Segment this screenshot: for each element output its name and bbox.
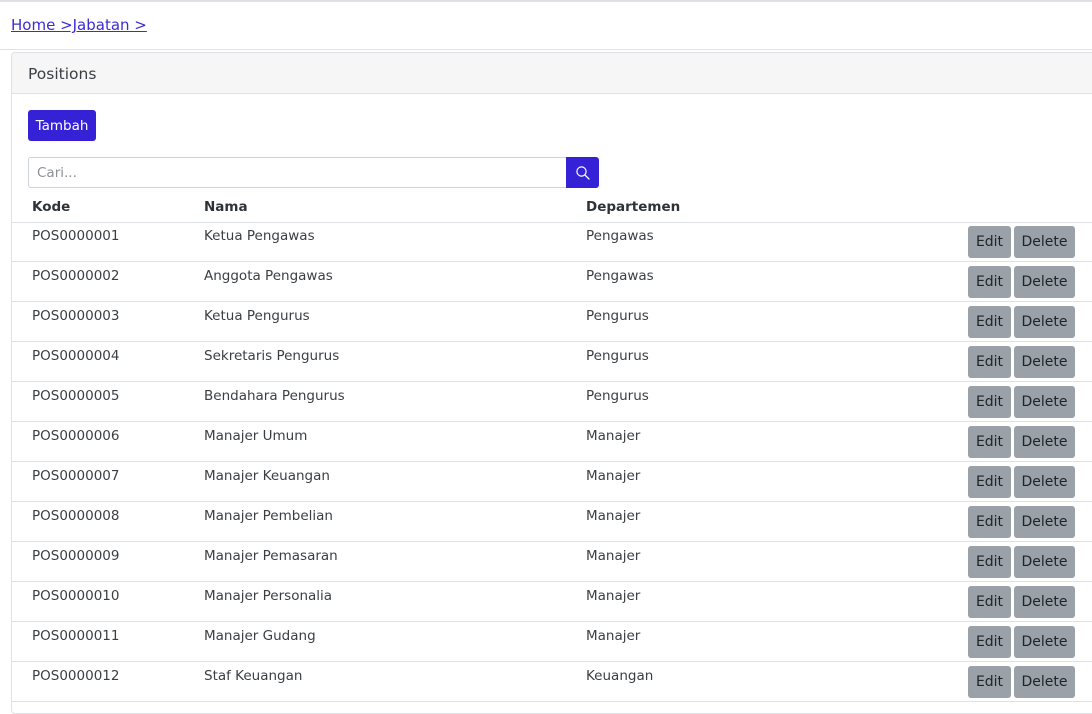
edit-button[interactable]: Edit	[968, 266, 1011, 298]
delete-button[interactable]: Delete	[1014, 666, 1075, 698]
table-row: POS0000007 Manajer Keuangan Manajer Edit Del…	[12, 462, 1092, 502]
cell-kode: POS0000007	[32, 468, 120, 484]
cell-departemen: Manajer	[586, 628, 641, 644]
delete-button[interactable]: Delete	[1014, 466, 1075, 498]
cell-nama: Manajer Pembelian	[204, 508, 333, 524]
table-row: POS0000006 Manajer Umum Manajer Edit Delete	[12, 422, 1092, 462]
cell-nama: Bendahara Pengurus	[204, 388, 345, 404]
edit-button[interactable]: Edit	[968, 466, 1011, 498]
table-row: POS0000003 Ketua Pengurus Pengurus Edit Dele…	[12, 302, 1092, 342]
edit-button[interactable]: Edit	[968, 386, 1011, 418]
table-header: Kode Nama Departemen	[12, 197, 1092, 223]
cell-kode: POS0000005	[32, 388, 120, 404]
cell-kode: POS0000004	[32, 348, 120, 364]
table-body: POS0000001 Ketua Pengawas Pengawas Edit Dele…	[12, 222, 1092, 702]
cell-nama: Ketua Pengawas	[204, 228, 315, 244]
cell-nama: Manajer Umum	[204, 428, 308, 444]
cell-departemen: Manajer	[586, 468, 641, 484]
breadcrumb[interactable]: Home >Jabatan >	[11, 16, 147, 34]
cell-departemen: Manajer	[586, 508, 641, 524]
card-title: Positions	[28, 65, 97, 83]
delete-button[interactable]: Delete	[1014, 346, 1075, 378]
table-row: POS0000009 Manajer Pemasaran Manajer Edit De…	[12, 542, 1092, 582]
cell-departemen: Manajer	[586, 548, 641, 564]
edit-button[interactable]: Edit	[968, 586, 1011, 618]
cell-nama: Manajer Keuangan	[204, 468, 330, 484]
edit-button[interactable]: Edit	[968, 346, 1011, 378]
cell-departemen: Keuangan	[586, 668, 654, 684]
cell-kode: POS0000002	[32, 268, 120, 284]
edit-button[interactable]: Edit	[968, 546, 1011, 578]
header-kode: Kode	[32, 199, 71, 215]
delete-button[interactable]: Delete	[1014, 386, 1075, 418]
search-button[interactable]	[566, 157, 599, 188]
edit-button[interactable]: Edit	[968, 506, 1011, 538]
edit-button[interactable]: Edit	[968, 626, 1011, 658]
cell-departemen: Pengurus	[586, 308, 649, 324]
header-departemen: Departemen	[586, 199, 681, 215]
cell-nama: Manajer Gudang	[204, 628, 316, 644]
table-row: POS0000012 Staf Keuangan Keuangan Edit Delet…	[12, 662, 1092, 702]
delete-button[interactable]: Delete	[1014, 266, 1075, 298]
edit-button[interactable]: Edit	[968, 306, 1011, 338]
table-row: POS0000010 Manajer Personalia Manajer Edit D…	[12, 582, 1092, 622]
header-divider	[0, 49, 1092, 50]
cell-kode: POS0000008	[32, 508, 120, 524]
cell-departemen: Pengurus	[586, 348, 649, 364]
cell-kode: POS0000003	[32, 308, 120, 324]
edit-button[interactable]: Edit	[968, 666, 1011, 698]
top-border	[0, 0, 1092, 2]
cell-nama: Manajer Pemasaran	[204, 548, 338, 564]
table-row: POS0000004 Sekretaris Pengurus Pengurus Edi…	[12, 342, 1092, 382]
header-nama: Nama	[204, 199, 248, 215]
cell-kode: POS0000006	[32, 428, 120, 444]
delete-button[interactable]: Delete	[1014, 506, 1075, 538]
search-icon	[575, 165, 590, 180]
cell-nama: Sekretaris Pengurus	[204, 348, 340, 364]
cell-nama: Manajer Personalia	[204, 588, 333, 604]
add-button[interactable]: Tambah	[28, 110, 96, 141]
cell-kode: POS0000012	[32, 668, 120, 684]
delete-button[interactable]: Delete	[1014, 546, 1075, 578]
cell-kode: POS0000010	[32, 588, 120, 604]
cell-departemen: Manajer	[586, 588, 641, 604]
cell-nama: Ketua Pengurus	[204, 308, 310, 324]
table-row: POS0000011 Manajer Gudang Manajer Edit Delet…	[12, 622, 1092, 662]
table-row: POS0000002 Anggota Pengawas Pengawas Edit De…	[12, 262, 1092, 302]
cell-departemen: Manajer	[586, 428, 641, 444]
card-header	[12, 53, 1092, 94]
cell-kode: POS0000001	[32, 228, 120, 244]
table-row: POS0000001 Ketua Pengawas Pengawas Edit Dele…	[12, 222, 1092, 262]
cell-kode: POS0000011	[32, 628, 120, 644]
cell-nama: Staf Keuangan	[204, 668, 303, 684]
delete-button[interactable]: Delete	[1014, 586, 1075, 618]
positions-card: Positions Tambah Kode Nama Departemen PO…	[11, 52, 1092, 714]
edit-button[interactable]: Edit	[968, 226, 1011, 258]
cell-nama: Anggota Pengawas	[204, 268, 333, 284]
cell-kode: POS0000009	[32, 548, 120, 564]
table-row: POS0000005 Bendahara Pengurus Pengurus Edit…	[12, 382, 1092, 422]
delete-button[interactable]: Delete	[1014, 226, 1075, 258]
cell-departemen: Pengawas	[586, 228, 654, 244]
delete-button[interactable]: Delete	[1014, 426, 1075, 458]
delete-button[interactable]: Delete	[1014, 626, 1075, 658]
cell-departemen: Pengawas	[586, 268, 654, 284]
delete-button[interactable]: Delete	[1014, 306, 1075, 338]
cell-departemen: Pengurus	[586, 388, 649, 404]
edit-button[interactable]: Edit	[968, 426, 1011, 458]
search-input[interactable]	[28, 157, 566, 188]
table-row: POS0000008 Manajer Pembelian Manajer Edit De…	[12, 502, 1092, 542]
